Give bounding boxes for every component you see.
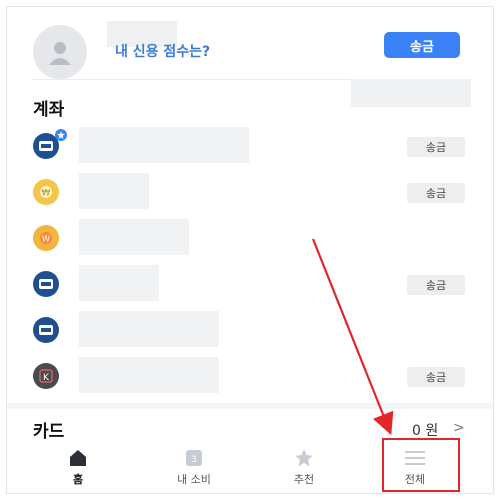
masked-account-info	[79, 311, 219, 347]
nav-home[interactable]: 홈	[33, 449, 123, 493]
card-amount[interactable]: 0 원	[412, 420, 438, 440]
send-money-button[interactable]: 송금	[384, 32, 460, 58]
app-screen: 내 신용 점수는? 송금 계좌 송금 ₩ 송금 W 송금 K 송금 카드 0 원…	[6, 6, 494, 494]
bank-blue-icon	[33, 317, 59, 343]
nav-spending-label: 내 소비	[177, 473, 211, 486]
account-row[interactable]: K 송금	[7, 355, 493, 395]
accounts-title: 계좌	[33, 100, 65, 120]
row-send-button[interactable]: 송금	[407, 183, 465, 203]
account-row[interactable]	[7, 309, 493, 349]
account-row[interactable]: W	[7, 217, 493, 257]
credit-score-link[interactable]: 내 신용 점수는?	[115, 41, 210, 61]
nav-recommend-label: 추천	[293, 473, 315, 486]
account-row[interactable]: 송금	[7, 263, 493, 303]
masked-account-info	[79, 357, 219, 393]
masked-account-info	[79, 265, 159, 301]
masked-account-info	[79, 219, 189, 255]
masked-total	[351, 79, 471, 107]
won-coin-icon: ₩	[33, 179, 59, 205]
k-bank-icon: K	[33, 363, 59, 389]
svg-text:W: W	[42, 235, 50, 244]
nav-home-label: 홈	[72, 473, 84, 486]
bank-blue-icon	[33, 271, 59, 297]
svg-text:₩: ₩	[42, 189, 51, 199]
section-divider	[7, 403, 493, 409]
nav-spending[interactable]: 3 내 소비	[149, 449, 239, 493]
masked-account-info	[79, 127, 249, 163]
masked-account-info	[79, 173, 149, 209]
user-icon	[49, 42, 71, 65]
home-icon	[70, 450, 86, 466]
calendar-icon: 3	[186, 450, 202, 466]
star-badge-icon	[55, 129, 67, 141]
row-send-button[interactable]: 송금	[407, 275, 465, 295]
star-icon	[295, 449, 313, 467]
cards-title: 카드	[33, 422, 65, 442]
row-send-button[interactable]: 송금	[407, 137, 465, 157]
row-send-button[interactable]: 송금	[407, 367, 465, 387]
account-row[interactable]: 송금	[7, 125, 493, 165]
avatar[interactable]	[33, 25, 87, 79]
nav-recommend[interactable]: 추천	[259, 449, 349, 493]
account-row[interactable]: ₩ 송금	[7, 171, 493, 211]
highlight-box	[382, 438, 460, 492]
chevron-right-icon[interactable]: >	[453, 420, 465, 436]
svg-text:3: 3	[191, 455, 197, 465]
piggy-coin-icon: W	[33, 225, 59, 251]
